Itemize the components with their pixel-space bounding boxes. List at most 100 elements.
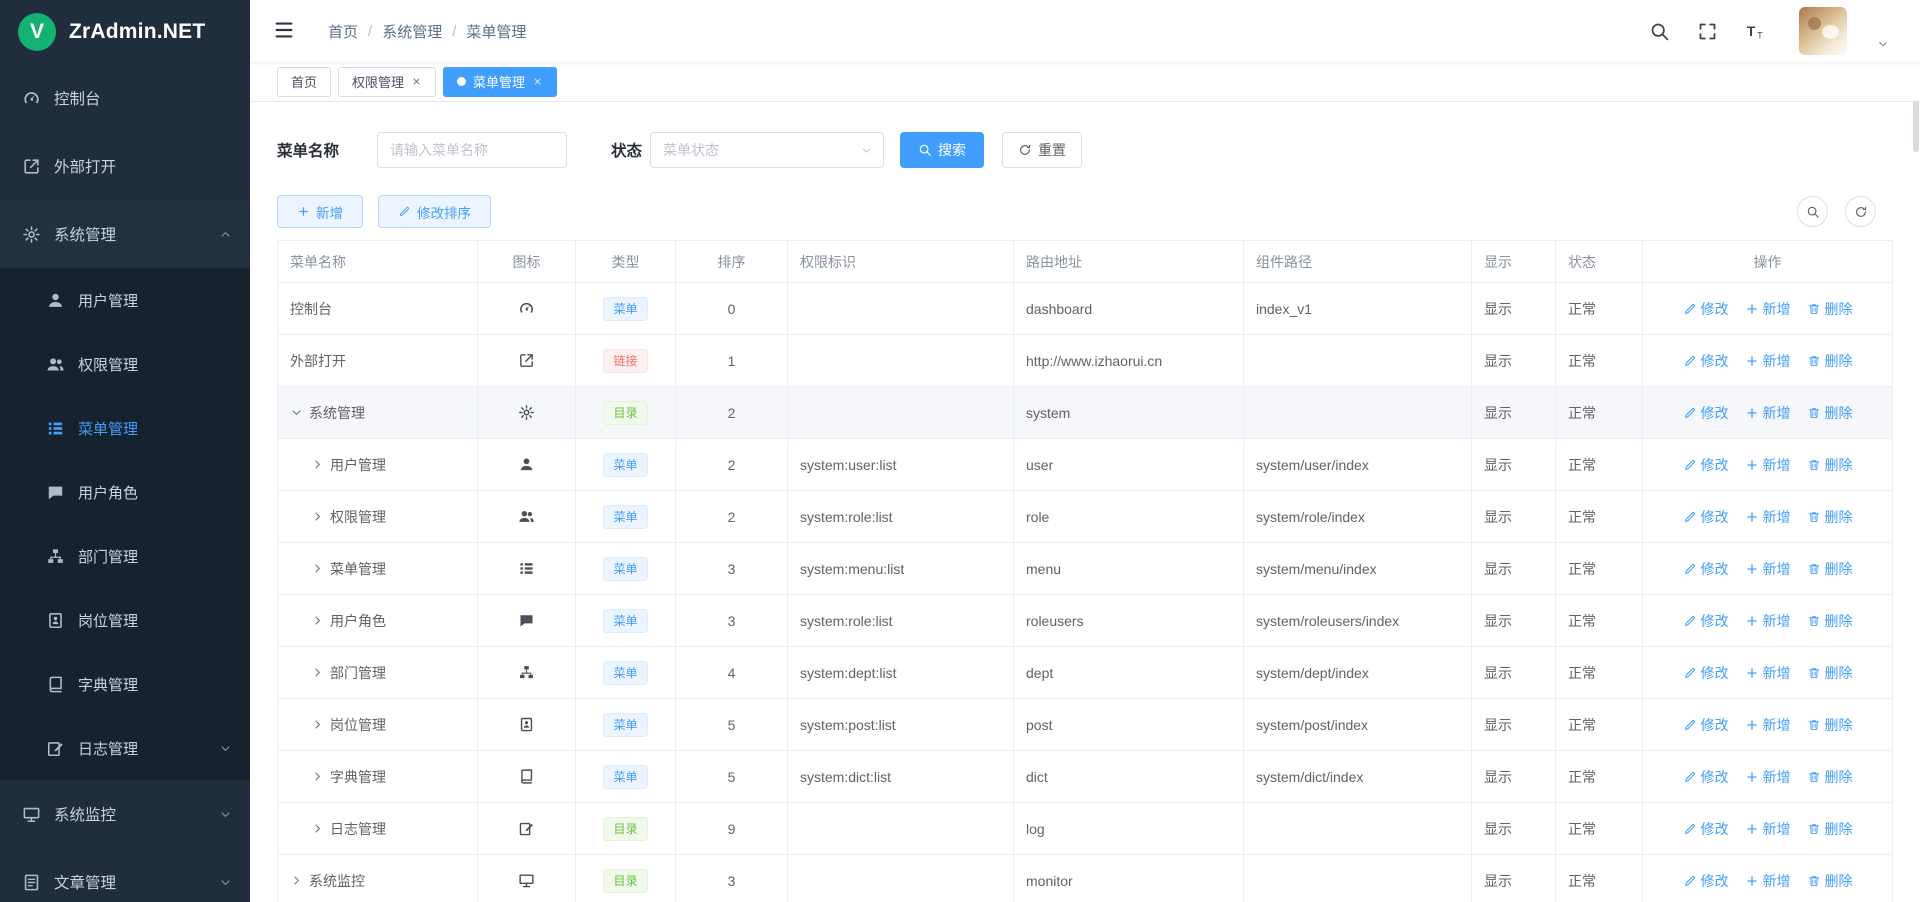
- delete-link[interactable]: 删除: [1807, 559, 1853, 579]
- sidebar-item-user[interactable]: 用户管理: [0, 268, 250, 332]
- table-row[interactable]: 日志管理目录9log显示正常修改新增删除: [278, 803, 1893, 855]
- delete-link[interactable]: 删除: [1807, 611, 1853, 631]
- menu-name-input[interactable]: [377, 132, 567, 168]
- expand-row-icon[interactable]: [311, 458, 324, 471]
- edit-link[interactable]: 修改: [1683, 663, 1729, 683]
- edit-link[interactable]: 修改: [1683, 715, 1729, 735]
- breadcrumb-item[interactable]: 菜单管理: [466, 21, 526, 42]
- sidebar-item-external[interactable]: 外部打开: [0, 132, 250, 200]
- delete-link[interactable]: 删除: [1807, 871, 1853, 891]
- delete-link[interactable]: 删除: [1807, 663, 1853, 683]
- add-link[interactable]: 新增: [1745, 403, 1791, 423]
- expand-row-icon[interactable]: [311, 510, 324, 523]
- add-link[interactable]: 新增: [1745, 767, 1791, 787]
- add-link[interactable]: 新增: [1745, 663, 1791, 683]
- table-row[interactable]: 权限管理菜单2system:role:listrolesystem/role/i…: [278, 491, 1893, 543]
- page-scrollbar[interactable]: [1912, 0, 1920, 902]
- sidebar-item-post[interactable]: 岗位管理: [0, 588, 250, 652]
- edit-link[interactable]: 修改: [1683, 559, 1729, 579]
- delete-link-label: 删除: [1825, 767, 1853, 787]
- add-link[interactable]: 新增: [1745, 715, 1791, 735]
- tab-0[interactable]: 首页: [277, 67, 331, 97]
- add-link[interactable]: 新增: [1745, 559, 1791, 579]
- breadcrumb-item[interactable]: 首页: [328, 21, 358, 42]
- edit-link-label: 修改: [1701, 871, 1729, 891]
- delete-link[interactable]: 删除: [1807, 403, 1853, 423]
- fullscreen-button[interactable]: [1697, 21, 1718, 42]
- edit-link[interactable]: 修改: [1683, 507, 1729, 527]
- component-value: system/menu/index: [1244, 543, 1472, 595]
- status-select[interactable]: 菜单状态: [650, 132, 884, 168]
- sidebar-item-role[interactable]: 权限管理: [0, 332, 250, 396]
- expand-row-icon[interactable]: [311, 614, 324, 627]
- sidebar-item-system[interactable]: 系统管理: [0, 200, 250, 268]
- table-row[interactable]: 部门管理菜单4system:dept:listdeptsystem/dept/i…: [278, 647, 1893, 699]
- edit-link[interactable]: 修改: [1683, 819, 1729, 839]
- add-link[interactable]: 新增: [1745, 611, 1791, 631]
- expand-row-icon[interactable]: [311, 666, 324, 679]
- delete-link[interactable]: 删除: [1807, 715, 1853, 735]
- sidebar-item-roleusers[interactable]: 用户角色: [0, 460, 250, 524]
- sidebar-item-menu[interactable]: 菜单管理: [0, 396, 250, 460]
- expand-row-icon[interactable]: [290, 874, 303, 887]
- refresh-table-button[interactable]: [1845, 196, 1876, 227]
- delete-link[interactable]: 删除: [1807, 299, 1853, 319]
- sidebar-item-dept[interactable]: 部门管理: [0, 524, 250, 588]
- sidebar-fold-button[interactable]: [272, 19, 296, 43]
- expand-row-icon[interactable]: [311, 822, 324, 835]
- font-size-button[interactable]: [1745, 21, 1766, 42]
- table-row[interactable]: 菜单管理菜单3system:menu:listmenusystem/menu/i…: [278, 543, 1893, 595]
- sidebar-item-dict[interactable]: 字典管理: [0, 652, 250, 716]
- edit-link[interactable]: 修改: [1683, 767, 1729, 787]
- header-search-button[interactable]: [1649, 21, 1670, 42]
- chevron-down-icon[interactable]: [1876, 37, 1890, 51]
- breadcrumb-item[interactable]: 系统管理: [382, 21, 442, 42]
- delete-link[interactable]: 删除: [1807, 507, 1853, 527]
- add-link[interactable]: 新增: [1745, 819, 1791, 839]
- perm-value: system:user:list: [788, 439, 1014, 491]
- table-row[interactable]: 外部打开链接1http://www.izhaorui.cn显示正常修改新增删除: [278, 335, 1893, 387]
- tab-2[interactable]: 菜单管理: [443, 67, 557, 97]
- edit-link[interactable]: 修改: [1683, 403, 1729, 423]
- edit-sort-button[interactable]: 修改排序: [378, 195, 491, 228]
- table-row[interactable]: 用户管理菜单2system:user:listusersystem/user/i…: [278, 439, 1893, 491]
- add-link[interactable]: 新增: [1745, 455, 1791, 475]
- add-link[interactable]: 新增: [1745, 871, 1791, 891]
- delete-link[interactable]: 删除: [1807, 351, 1853, 371]
- type-tag: 菜单: [603, 713, 647, 737]
- add-link[interactable]: 新增: [1745, 299, 1791, 319]
- edit-link[interactable]: 修改: [1683, 299, 1729, 319]
- add-button[interactable]: 新增: [277, 195, 363, 228]
- edit-link[interactable]: 修改: [1683, 871, 1729, 891]
- add-link[interactable]: 新增: [1745, 507, 1791, 527]
- table-row[interactable]: 控制台菜单0dashboardindex_v1显示正常修改新增删除: [278, 283, 1893, 335]
- table-row[interactable]: 系统监控目录3monitor显示正常修改新增删除: [278, 855, 1893, 902]
- edit-link[interactable]: 修改: [1683, 611, 1729, 631]
- sidebar-item-monitor[interactable]: 系统监控: [0, 780, 250, 848]
- sort-value: 3: [676, 543, 788, 595]
- reset-button[interactable]: 重置: [1002, 132, 1082, 168]
- table-row[interactable]: 字典管理菜单5system:dict:listdictsystem/dict/i…: [278, 751, 1893, 803]
- user-avatar[interactable]: [1799, 7, 1847, 55]
- menu-name-label: 菜单名称: [277, 139, 339, 161]
- search-button[interactable]: 搜索: [900, 132, 984, 168]
- edit-link[interactable]: 修改: [1683, 351, 1729, 371]
- add-link[interactable]: 新增: [1745, 351, 1791, 371]
- tab-1[interactable]: 权限管理: [338, 67, 436, 97]
- collapse-row-icon[interactable]: [290, 406, 303, 419]
- expand-row-icon[interactable]: [311, 718, 324, 731]
- table-row[interactable]: 系统管理目录2system显示正常修改新增删除: [278, 387, 1893, 439]
- delete-link[interactable]: 删除: [1807, 819, 1853, 839]
- delete-link[interactable]: 删除: [1807, 455, 1853, 475]
- sidebar-item-article[interactable]: 文章管理: [0, 848, 250, 902]
- show-search-button[interactable]: [1797, 196, 1828, 227]
- sidebar-item-log[interactable]: 日志管理: [0, 716, 250, 780]
- table-row[interactable]: 岗位管理菜单5system:post:listpostsystem/post/i…: [278, 699, 1893, 751]
- edit-link[interactable]: 修改: [1683, 455, 1729, 475]
- table-row[interactable]: 用户角色菜单3system:role:listroleuserssystem/r…: [278, 595, 1893, 647]
- column-header: 图标: [478, 241, 576, 283]
- sidebar-item-dashboard[interactable]: 控制台: [0, 64, 250, 132]
- expand-row-icon[interactable]: [311, 770, 324, 783]
- delete-link[interactable]: 删除: [1807, 767, 1853, 787]
- expand-row-icon[interactable]: [311, 562, 324, 575]
